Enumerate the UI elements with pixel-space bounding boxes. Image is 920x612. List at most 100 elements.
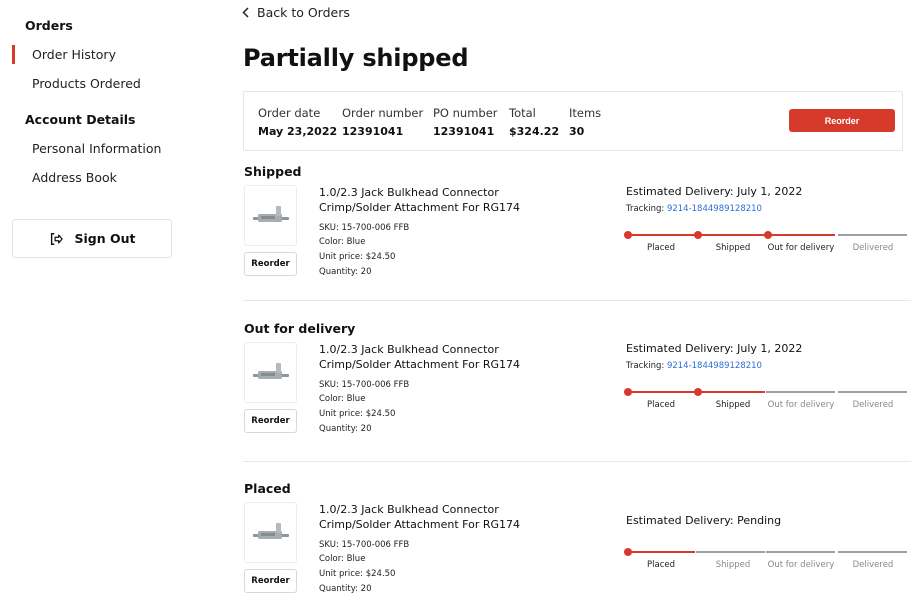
order-number-field: Order number 12391041 <box>342 106 423 138</box>
reorder-item-button[interactable]: Reorder <box>244 409 297 433</box>
order-date-value: May 23,2022 <box>258 125 338 138</box>
estimated-delivery: Estimated Delivery: July 1, 2022 <box>626 342 803 355</box>
progress-segment-delivered <box>838 551 907 553</box>
product-image[interactable] <box>244 502 297 563</box>
step-label-delivered: Delivered <box>852 243 894 253</box>
progress-dot-out-for-delivery <box>764 231 772 239</box>
progress-segment-shipped <box>696 551 765 553</box>
step-label-out-for-delivery: Out for delivery <box>767 400 835 410</box>
back-to-orders-link[interactable]: Back to Orders <box>242 5 350 20</box>
sign-out-label: Sign Out <box>74 231 136 246</box>
product-color: Color: Blue <box>319 554 366 564</box>
progress-segment-out-for-delivery <box>766 234 835 236</box>
po-number-field: PO number 12391041 <box>433 106 498 138</box>
step-label-delivered: Delivered <box>852 400 894 410</box>
step-label-delivered: Delivered <box>852 560 894 570</box>
connector-product-icon <box>252 362 289 379</box>
product-image[interactable] <box>244 185 297 246</box>
estimated-delivery: Estimated Delivery: Pending <box>626 514 782 527</box>
active-indicator <box>12 45 15 64</box>
product-name[interactable]: 1.0/2.3 Jack Bulkhead Connector Crimp/So… <box>319 342 549 372</box>
order-date-label: Order date <box>258 106 321 120</box>
step-label-placed: Placed <box>647 560 675 570</box>
step-label-shipped: Shipped <box>715 560 751 570</box>
delivery-progress: Placed Shipped Out for delivery Delivered <box>624 231 911 261</box>
sidebar-item-address-book[interactable]: Address Book <box>32 170 117 185</box>
connector-product-icon <box>252 205 289 222</box>
step-label-shipped: Shipped <box>715 400 751 410</box>
product-name[interactable]: 1.0/2.3 Jack Bulkhead Connector Crimp/So… <box>319 185 549 215</box>
progress-segment-delivered <box>838 234 907 236</box>
estimated-delivery: Estimated Delivery: July 1, 2022 <box>626 185 803 198</box>
progress-segment-out-for-delivery <box>766 551 835 553</box>
page-title: Partially shipped <box>243 44 469 72</box>
progress-segment-out-for-delivery <box>766 391 835 393</box>
product-quantity: Quantity: 20 <box>319 424 372 434</box>
back-label: Back to Orders <box>257 5 350 20</box>
sidebar-item-personal-information[interactable]: Personal Information <box>32 141 161 156</box>
progress-dot-placed <box>624 548 632 556</box>
order-number-value: 12391041 <box>342 125 404 138</box>
tracking-label: Tracking: <box>626 204 665 214</box>
tracking-info: Tracking: 9214-1844989128210 <box>626 204 762 214</box>
tracking-number-link[interactable]: 9214-1844989128210 <box>667 361 762 371</box>
tracking-number-link[interactable]: 9214-1844989128210 <box>667 204 762 214</box>
order-summary: Order date May 23,2022 Order number 1239… <box>243 91 903 151</box>
step-label-out-for-delivery: Out for delivery <box>767 560 835 570</box>
product-quantity: Quantity: 20 <box>319 267 372 277</box>
progress-dot-placed <box>624 231 632 239</box>
step-label-shipped: Shipped <box>715 243 751 253</box>
sign-out-icon <box>50 232 63 245</box>
sidebar-item-products-ordered[interactable]: Products Ordered <box>32 76 141 91</box>
total-label: Total <box>509 106 536 120</box>
progress-segment-delivered <box>838 391 907 393</box>
items-field: Items 30 <box>569 106 601 138</box>
sidebar-item-order-history[interactable]: Order History <box>32 47 116 62</box>
sign-out-button[interactable]: Sign Out <box>12 219 172 258</box>
shipment-placed: Placed Reorder 1.0/2.3 Jack Bulkhead Conn… <box>243 481 911 611</box>
product-sku: SKU: 15-700-006 FFB <box>319 540 410 550</box>
product-color: Color: Blue <box>319 394 366 404</box>
product-sku: SKU: 15-700-006 FFB <box>319 380 410 390</box>
product-unit-price: Unit price: $24.50 <box>319 252 396 262</box>
delivery-progress: Placed Shipped Out for delivery Delivered <box>624 548 911 578</box>
product-sku: SKU: 15-700-006 FFB <box>319 223 410 233</box>
product-quantity: Quantity: 20 <box>319 584 372 594</box>
progress-dot-shipped <box>694 388 702 396</box>
product-name[interactable]: 1.0/2.3 Jack Bulkhead Connector Crimp/So… <box>319 502 549 532</box>
shipment-status-heading: Placed <box>244 481 291 496</box>
items-label: Items <box>569 106 602 120</box>
step-label-out-for-delivery: Out for delivery <box>767 243 835 253</box>
progress-segment-shipped <box>696 391 765 393</box>
account-details-heading: Account Details <box>25 112 136 127</box>
delivery-progress: Placed Shipped Out for delivery Delivered <box>624 388 911 418</box>
section-divider <box>243 300 911 301</box>
reorder-item-button[interactable]: Reorder <box>244 252 297 276</box>
step-label-placed: Placed <box>647 400 675 410</box>
product-unit-price: Unit price: $24.50 <box>319 569 396 579</box>
reorder-order-button[interactable]: Reorder <box>789 109 895 132</box>
shipment-status-heading: Shipped <box>244 164 302 179</box>
shipment-status-heading: Out for delivery <box>244 321 356 336</box>
tracking-label: Tracking: <box>626 361 665 371</box>
progress-segment-shipped <box>696 234 765 236</box>
shipment-shipped: Shipped Reorder 1.0/2.3 Jack Bulkhead Con… <box>243 164 911 294</box>
orders-heading: Orders <box>25 18 73 33</box>
chevron-left-icon <box>242 7 249 18</box>
product-unit-price: Unit price: $24.50 <box>319 409 396 419</box>
step-label-placed: Placed <box>647 243 675 253</box>
section-divider <box>243 461 911 462</box>
progress-segment-placed <box>626 391 695 393</box>
order-date-field: Order date May 23,2022 <box>258 106 337 138</box>
shipment-out-for-delivery: Out for delivery Reorder 1.0/2.3 Jack Bul… <box>243 321 911 451</box>
progress-dot-shipped <box>694 231 702 239</box>
reorder-item-button[interactable]: Reorder <box>244 569 297 593</box>
progress-segment-placed <box>626 234 695 236</box>
tracking-info: Tracking: 9214-1844989128210 <box>626 361 762 371</box>
product-color: Color: Blue <box>319 237 366 247</box>
order-number-label: Order number <box>342 106 424 120</box>
product-image[interactable] <box>244 342 297 403</box>
po-number-value: 12391041 <box>433 125 495 138</box>
total-value: $324.22 <box>509 125 560 138</box>
total-field: Total $324.22 <box>509 106 559 138</box>
